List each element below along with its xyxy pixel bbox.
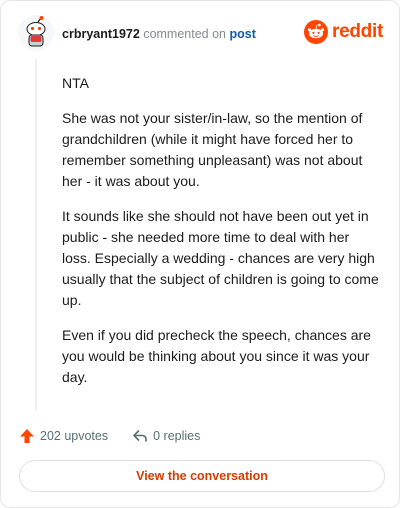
comment-paragraph: NTA — [62, 75, 89, 91]
comment-paragraph: She was not your sister/in-law, so the m… — [62, 110, 363, 189]
reddit-brand[interactable]: reddit — [304, 19, 383, 45]
comment-actions: 202 upvotes 0 replies — [19, 425, 224, 447]
comment-header: crbryant1972 commented on post reddit — [18, 15, 383, 51]
username-link[interactable]: crbryant1972 — [62, 27, 140, 41]
thread-line — [35, 59, 37, 411]
reply-arrow-icon — [133, 430, 147, 442]
action-text: commented on — [143, 27, 226, 41]
upvote-count: 202 upvotes — [40, 429, 109, 443]
comment-paragraph: It sounds like she should not have been … — [62, 208, 379, 308]
post-link[interactable]: post — [229, 27, 255, 41]
snoo-avatar-icon[interactable] — [18, 15, 54, 51]
upvote-button[interactable]: 202 upvotes — [19, 428, 108, 444]
comment-paragraph: Even if you did precheck the speech, cha… — [62, 327, 371, 385]
brand-wordmark: reddit — [332, 21, 383, 42]
reddit-snoo-icon — [304, 20, 329, 44]
reply-count: 0 replies — [153, 429, 201, 443]
comment-body: NTA She was not your sister/in-law, so t… — [62, 73, 380, 402]
view-conversation-button[interactable]: View the conversation — [19, 460, 385, 492]
comment-meta: crbryant1972 commented on post — [62, 27, 256, 41]
comment-card: crbryant1972 commented on post reddit NT… — [0, 0, 400, 508]
upvote-arrow-icon — [20, 429, 34, 443]
reply-button[interactable]: 0 replies — [132, 428, 200, 444]
